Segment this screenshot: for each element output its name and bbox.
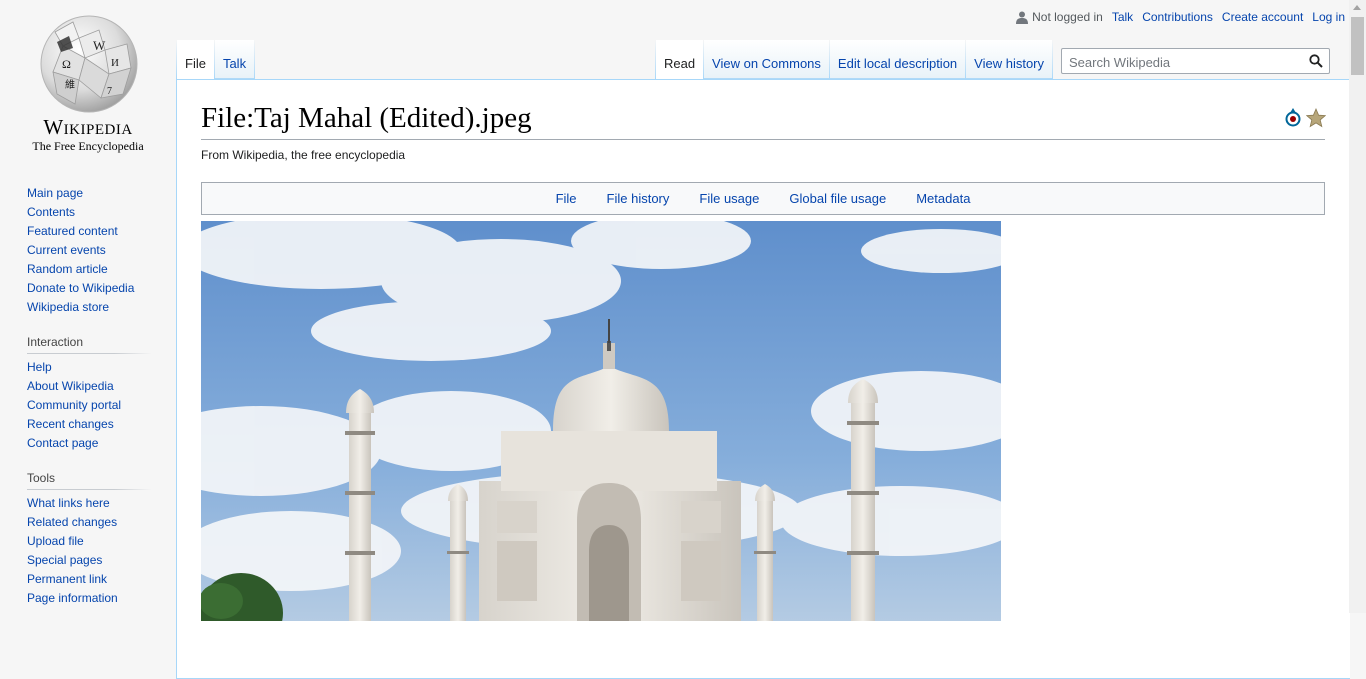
sidebar-item-main-page[interactable]: Main page [27, 186, 83, 200]
sidebar-item-about[interactable]: About Wikipedia [27, 379, 114, 393]
toc-file-history[interactable]: File history [607, 191, 670, 206]
commons-icon[interactable] [1284, 108, 1302, 128]
tools-portal: Tools What links here Related changes Up… [27, 467, 151, 608]
tab-file-label: File [185, 56, 206, 71]
toc-file[interactable]: File [556, 191, 577, 206]
search-input[interactable] [1067, 50, 1306, 74]
sidebar-item-featured-content[interactable]: Featured content [27, 224, 118, 238]
tab-view-history[interactable]: View history [966, 40, 1052, 79]
not-logged-in-text: Not logged in [1032, 10, 1103, 24]
interaction-heading: Interaction [27, 331, 151, 354]
scroll-thumb[interactable] [1351, 17, 1364, 75]
page-scrollbar[interactable] [1349, 0, 1366, 613]
create-account-link[interactable]: Create account [1222, 10, 1303, 24]
sidebar-item-contact[interactable]: Contact page [27, 436, 98, 450]
search-icon[interactable] [1309, 54, 1323, 68]
tools-heading: Tools [27, 467, 151, 490]
sidebar-item-special-pages[interactable]: Special pages [27, 553, 102, 567]
file-toc: File File history File usage Global file… [201, 182, 1325, 215]
file-image[interactable] [201, 221, 1001, 621]
sidebar-item-upload-file[interactable]: Upload file [27, 534, 84, 548]
svg-text:W: W [93, 38, 106, 53]
interaction-portal: Interaction Help About Wikipedia Communi… [27, 331, 151, 453]
logo-tagline: The Free Encyclopedia [32, 139, 144, 153]
logo-wordmark: Wikipedia [43, 115, 133, 139]
sidebar-item-current-events[interactable]: Current events [27, 243, 106, 257]
sidebar-item-related-changes[interactable]: Related changes [27, 515, 117, 529]
contributions-link[interactable]: Contributions [1142, 10, 1213, 24]
navigation-portal: Main page Contents Featured content Curr… [27, 180, 151, 317]
tab-view-history-label: View history [974, 56, 1044, 71]
tab-edit-local-description[interactable]: Edit local description [829, 40, 966, 79]
toc-metadata[interactable]: Metadata [916, 191, 970, 206]
user-icon [1016, 11, 1029, 24]
sidebar-item-recent-changes[interactable]: Recent changes [27, 417, 114, 431]
tab-edit-local-description-label: Edit local description [837, 56, 958, 71]
sidebar-item-community-portal[interactable]: Community portal [27, 398, 121, 412]
namespace-tabs: File Talk [176, 40, 256, 80]
wikipedia-logo[interactable]: W Ω И 維 7 Wikipedia The Free Encyclopedi… [0, 0, 176, 160]
sidebar-item-contents[interactable]: Contents [27, 205, 75, 219]
personal-tools: Not logged in Talk Contributions Create … [1016, 10, 1345, 24]
svg-text:7: 7 [107, 86, 112, 97]
sidebar-item-store[interactable]: Wikipedia store [27, 300, 109, 314]
toc-global-file-usage[interactable]: Global file usage [789, 191, 886, 206]
svg-text:維: 維 [65, 78, 75, 91]
tab-read[interactable]: Read [655, 40, 704, 79]
sidebar-item-page-information[interactable]: Page information [27, 591, 118, 605]
sidebar-item-random-article[interactable]: Random article [27, 262, 108, 276]
page-title: File:Taj Mahal (Edited).jpeg [201, 99, 1325, 140]
login-link[interactable]: Log in [1312, 10, 1345, 24]
main-content: File:Taj Mahal (Edited).jpeg From Wikipe… [176, 79, 1350, 679]
svg-text:И: И [111, 57, 119, 69]
sidebar: Main page Contents Featured content Curr… [0, 180, 176, 622]
sidebar-item-donate[interactable]: Donate to Wikipedia [27, 281, 134, 295]
site-subtitle: From Wikipedia, the free encyclopedia [201, 148, 406, 162]
talk-link[interactable]: Talk [1112, 10, 1133, 24]
tab-file[interactable]: File [177, 40, 214, 79]
tab-bar: File Talk Read View on Commons Edit loca… [176, 40, 1350, 80]
view-tabs: Read View on Commons Edit local descript… [654, 40, 1053, 80]
puzzle-globe-icon: W Ω И 維 7 [40, 15, 138, 113]
toc-file-usage[interactable]: File usage [699, 191, 759, 206]
tab-talk-label: Talk [222, 56, 247, 71]
tab-read-label: Read [663, 56, 696, 71]
featured-star-icon[interactable] [1306, 108, 1326, 128]
svg-text:Ω: Ω [62, 57, 71, 71]
taj-mahal-photo [201, 221, 1001, 621]
search-box [1061, 48, 1330, 74]
page-indicators [1284, 108, 1326, 128]
tab-view-on-commons-label: View on Commons [712, 56, 821, 71]
tab-talk[interactable]: Talk [214, 40, 255, 79]
sidebar-item-help[interactable]: Help [27, 360, 52, 374]
sidebar-item-permanent-link[interactable]: Permanent link [27, 572, 107, 586]
scroll-up-arrow-icon[interactable] [1353, 5, 1361, 10]
sidebar-item-what-links-here[interactable]: What links here [27, 496, 110, 510]
tab-view-on-commons[interactable]: View on Commons [704, 40, 829, 79]
